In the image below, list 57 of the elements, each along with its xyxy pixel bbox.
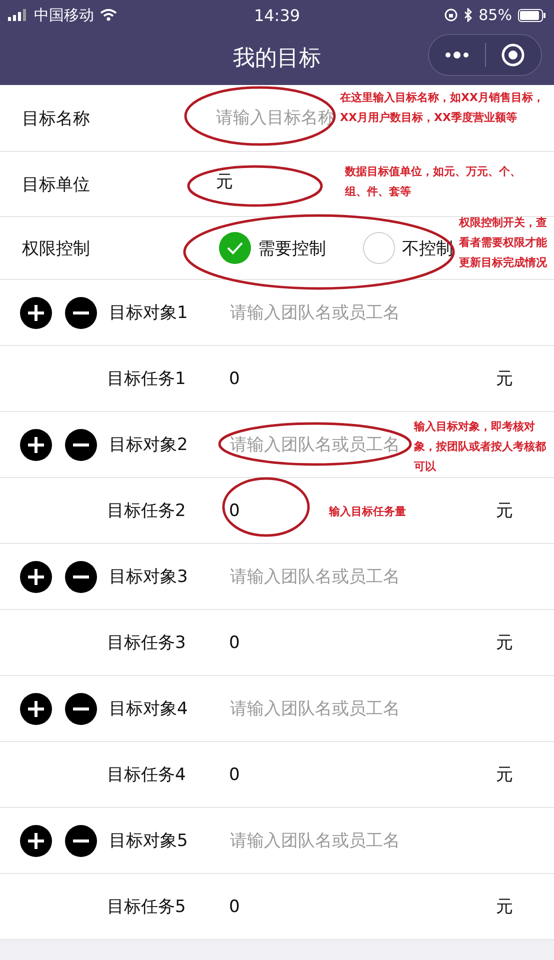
unit-label: 元 [496,500,513,522]
input-field[interactable]: 请输入团队名或员工名 [230,566,404,586]
task-label: 目标任务3 [107,632,187,654]
add-icon[interactable] [19,560,53,594]
target-label: 目标对象5 [109,830,189,852]
bluetooth-icon [464,8,473,22]
target-label: 目标对象2 [109,434,189,456]
field-label: 目标名称 [22,108,91,130]
input-field[interactable]: 0 [229,896,479,916]
page-title: 我的目标 [233,44,321,72]
annotation-note: 数据目标值单位，如元、万元、个、组、件、套等 [345,164,522,200]
target-icon [501,43,526,67]
target-label: 目标对象1 [109,302,189,324]
add-icon[interactable] [19,428,53,462]
signal-icon [8,9,28,21]
annotation-note: 输入目标对象，即考核对象，按团队或者按人考核都可以 [414,419,547,475]
target-label: 目标对象4 [109,698,189,720]
wifi-icon [100,9,117,21]
remove-icon[interactable] [64,296,98,330]
add-icon[interactable] [19,296,53,330]
task-label: 目标任务5 [107,896,187,918]
unit-label: 元 [496,764,513,786]
radio-label: 不控制 [402,238,453,260]
checked-radio-icon[interactable] [218,231,252,265]
task-label: 目标任务4 [107,764,187,786]
task-label: 目标任务1 [107,368,187,390]
rotation-lock-icon [444,8,458,22]
input-field[interactable]: 请输入团队名或员工名 [230,302,404,322]
annotation-note: 输入目标任务量 [329,504,407,520]
unit-label: 元 [496,896,513,918]
target-label: 目标对象3 [109,566,189,588]
unit-label: 元 [496,368,513,390]
input-field[interactable]: 元 [216,171,338,191]
annotation-note: 在这里输入目标名称，如XX月销售目标，XX月用户数目标，XX季度营业额等 [340,90,545,126]
field-label: 权限控制 [22,238,91,260]
input-field[interactable]: 请输入团队名或员工名 [230,698,404,718]
clock-time: 14:39 [254,6,300,24]
add-icon[interactable] [19,692,53,726]
battery-percent: 85% [478,6,512,24]
remove-icon[interactable] [64,692,98,726]
battery-icon [518,8,546,22]
input-field[interactable]: 0 [229,368,479,388]
add-icon[interactable] [19,824,53,858]
radio-icon[interactable] [362,231,396,265]
input-field[interactable]: 请输入团队名或员工名 [230,830,404,850]
input-field[interactable]: 0 [229,632,479,652]
remove-icon[interactable] [64,560,98,594]
remove-icon[interactable] [64,428,98,462]
annotation-note: 权限控制开关，查看者需要权限才能更新目标完成情况 [459,215,548,271]
carrier-name: 中国移动 [34,6,94,24]
field-label: 目标单位 [22,174,91,196]
unit-label: 元 [496,632,513,654]
more-icon [444,51,470,59]
radio-label: 需要控制 [258,238,326,260]
remove-icon[interactable] [64,824,98,858]
task-label: 目标任务2 [107,500,187,522]
input-field[interactable]: 0 [229,764,479,784]
